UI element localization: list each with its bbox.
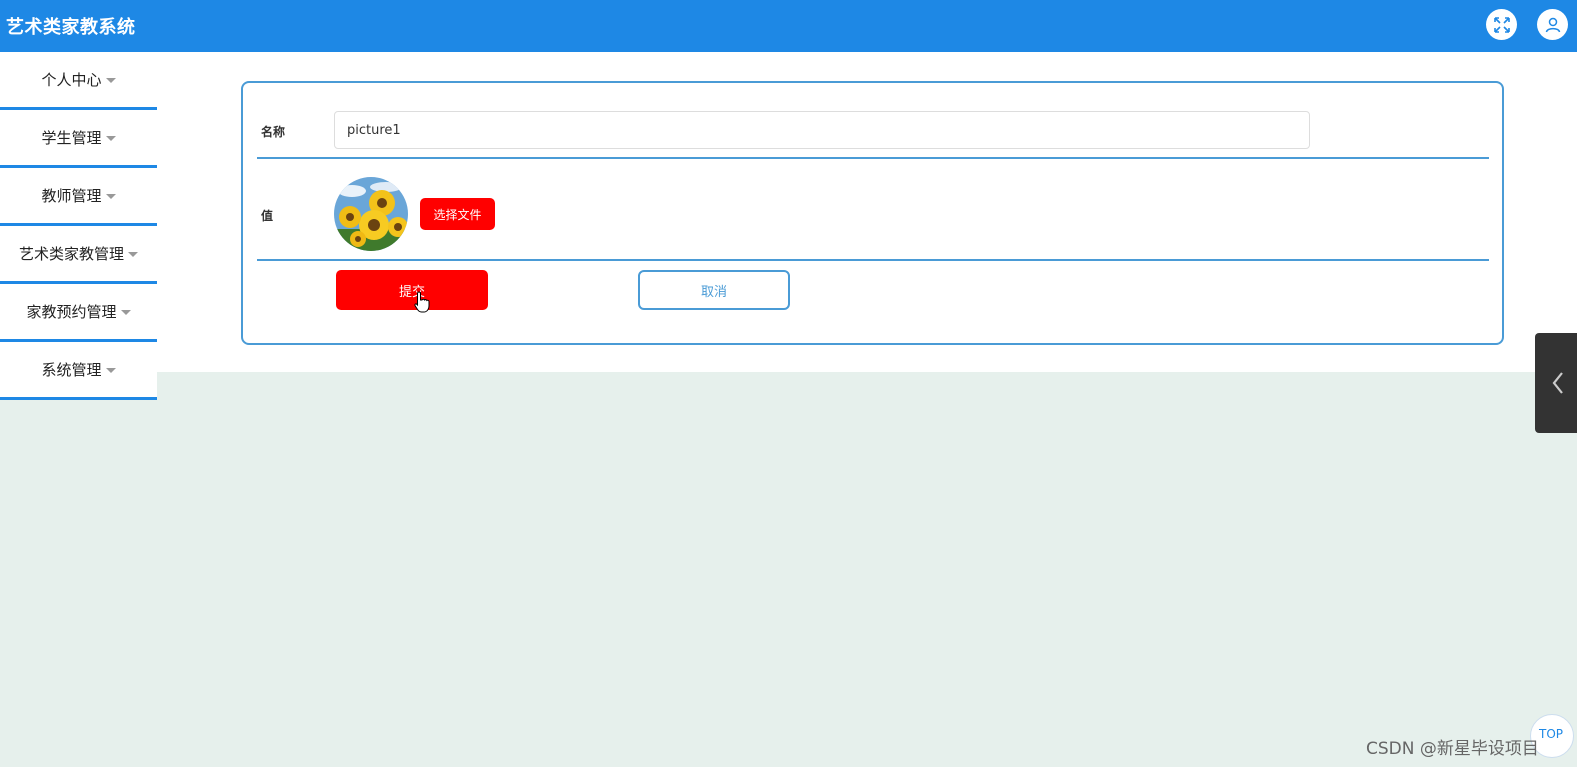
sidebar-item-label: 家教预约管理 <box>26 303 117 321</box>
sidebar-item-label: 系统管理 <box>41 361 102 379</box>
caret-down-icon <box>128 252 138 257</box>
choose-file-button[interactable]: 选择文件 <box>420 198 495 230</box>
back-to-top-label: TOP <box>1539 727 1564 741</box>
user-button[interactable] <box>1537 9 1568 40</box>
submit-button[interactable]: 提交 <box>336 270 488 310</box>
value-label: 值 <box>261 209 274 223</box>
name-input[interactable] <box>334 111 1310 149</box>
chevron-left-icon <box>1552 372 1563 394</box>
user-icon <box>1545 17 1560 32</box>
caret-down-icon <box>105 368 116 373</box>
sidebar-item-label: 教师管理 <box>41 187 102 205</box>
sidebar-item-label: 学生管理 <box>41 129 102 147</box>
caret-down-icon <box>105 194 116 199</box>
config-edit-form: 名称 值 选择文件 提交 取消 <box>241 81 1504 345</box>
hand-cursor-icon <box>414 291 430 313</box>
sidebar-item-personal-center[interactable]: 个人中心 <box>0 52 157 110</box>
caret-down-icon <box>105 136 116 141</box>
name-label: 名称 <box>261 125 286 139</box>
app-title: 艺术类家教系统 <box>6 17 136 38</box>
cancel-button[interactable]: 取消 <box>638 270 790 310</box>
row-divider <box>257 157 1489 159</box>
sunflower-image <box>334 177 408 251</box>
image-preview <box>334 177 408 251</box>
sidebar-item-label: 艺术类家教管理 <box>18 245 124 263</box>
sidebar-item-label: 个人中心 <box>41 71 102 89</box>
caret-down-icon <box>105 78 116 83</box>
sidebar-item-booking-management[interactable]: 家教预约管理 <box>0 284 157 342</box>
row-divider <box>257 259 1489 261</box>
sidebar: 个人中心 学生管理 教师管理 艺术类家教管理 家教预约管理 系统管理 <box>0 52 157 400</box>
expand-icon <box>1493 16 1510 33</box>
watermark: CSDN @新星毕设项目 <box>1366 739 1539 759</box>
fullscreen-button[interactable] <box>1486 9 1517 40</box>
side-collapse-tab[interactable] <box>1535 333 1577 433</box>
sidebar-item-teacher-management[interactable]: 教师管理 <box>0 168 157 226</box>
caret-down-icon <box>120 310 131 315</box>
sidebar-item-art-tutor-management[interactable]: 艺术类家教管理 <box>0 226 157 284</box>
sidebar-item-student-management[interactable]: 学生管理 <box>0 110 157 168</box>
sidebar-item-system-management[interactable]: 系统管理 <box>0 342 157 400</box>
top-header: 艺术类家教系统 <box>0 0 1577 52</box>
